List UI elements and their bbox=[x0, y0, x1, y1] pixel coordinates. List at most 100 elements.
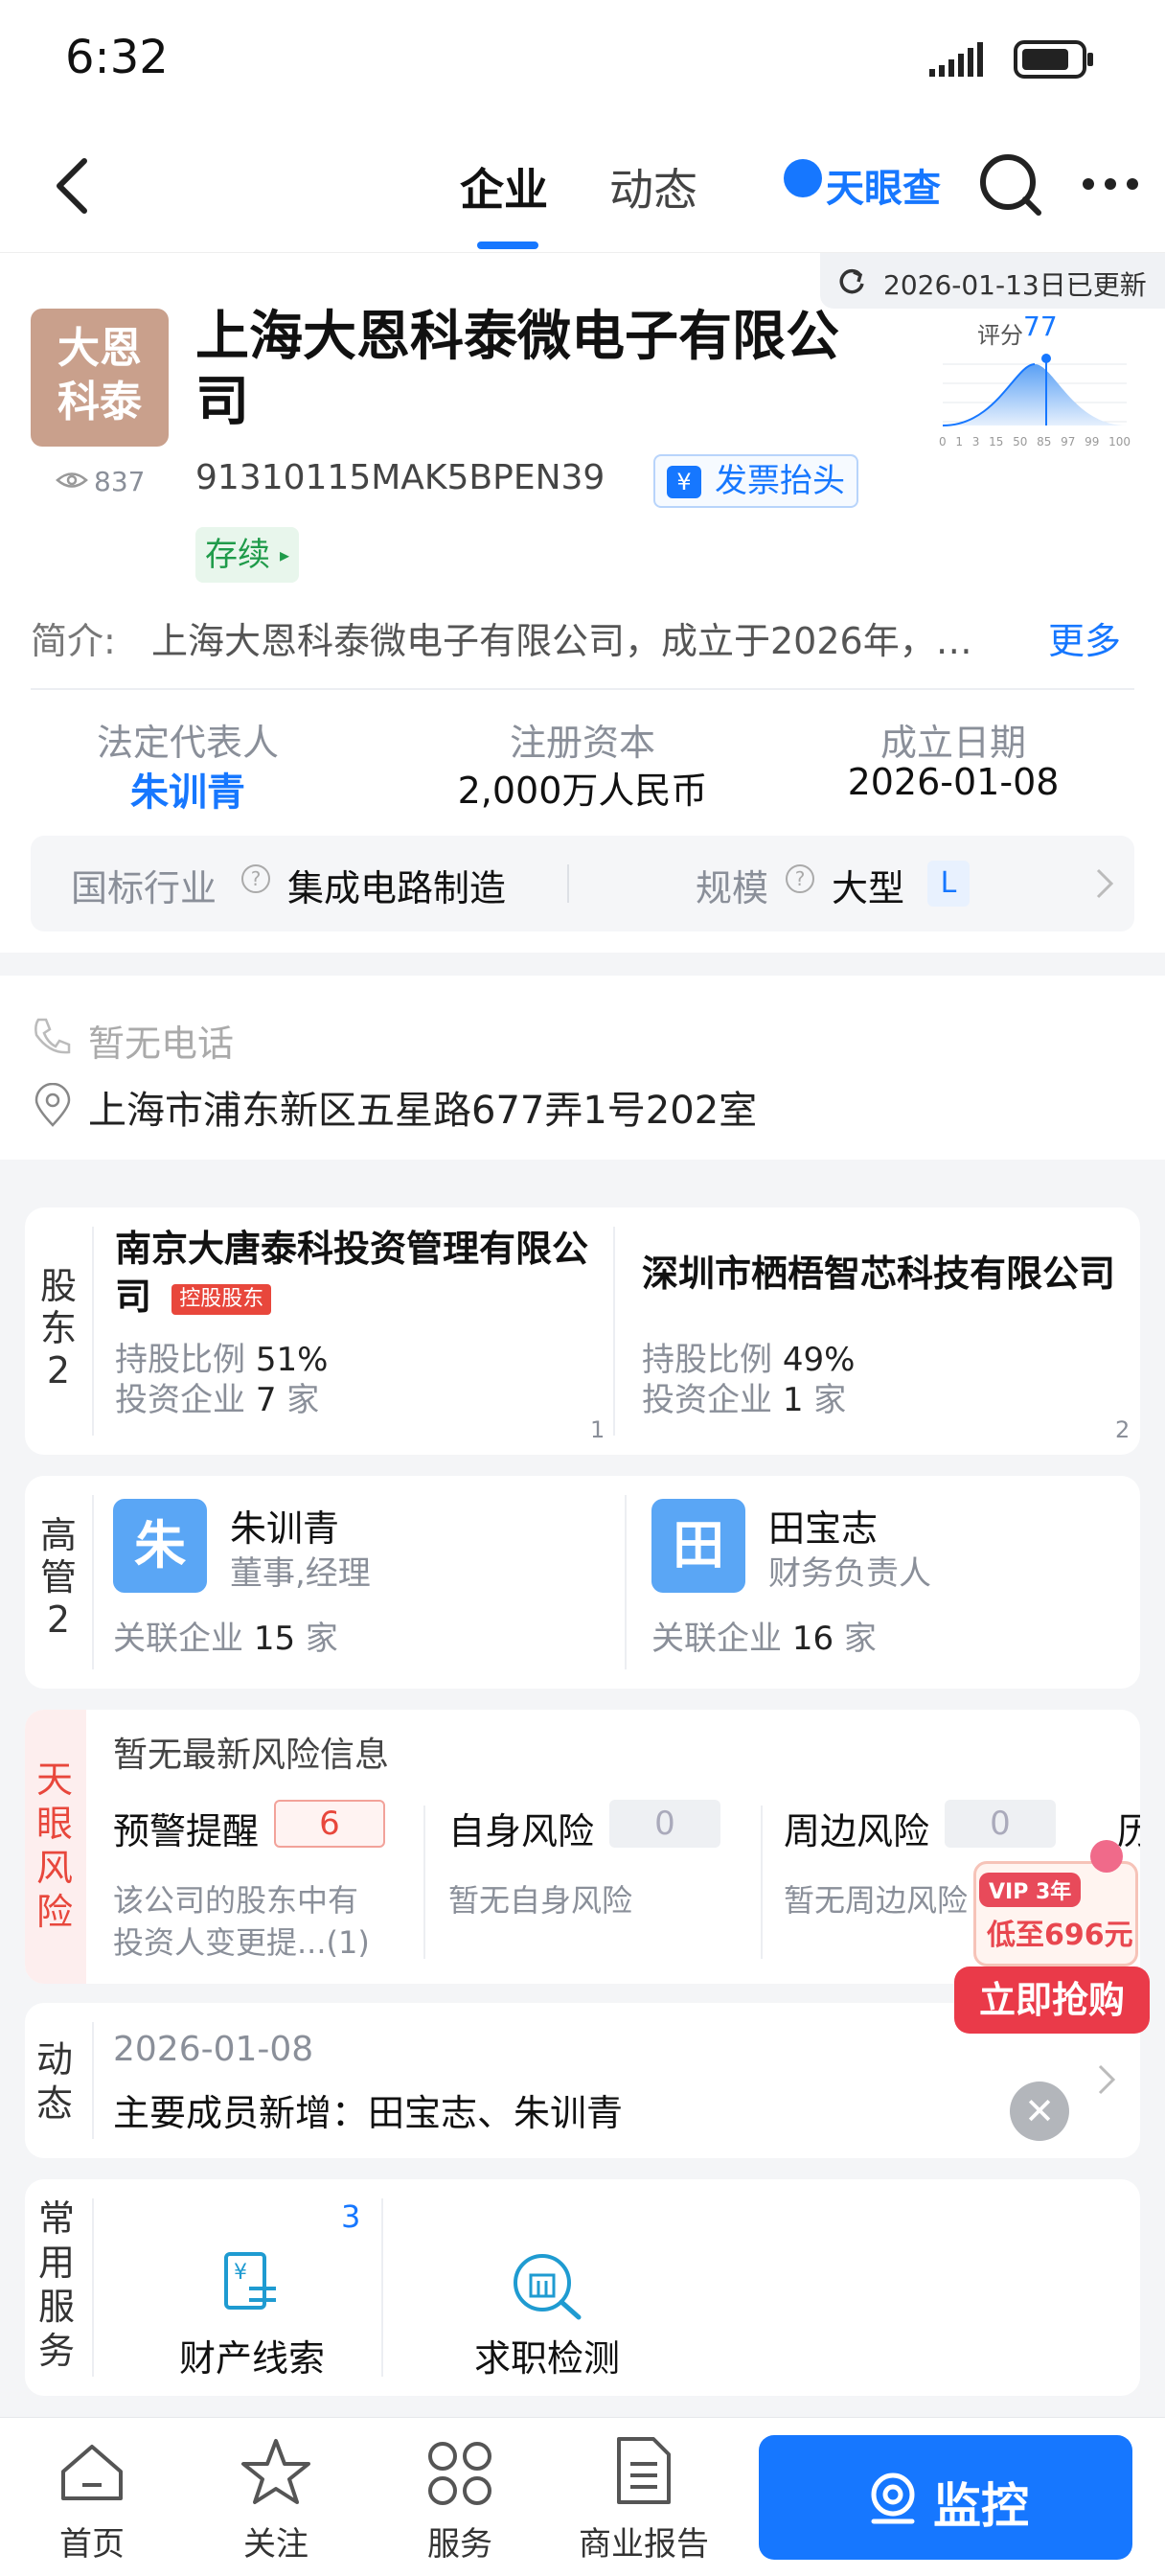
bottom-nav-follow[interactable]: 关注 bbox=[184, 2418, 368, 2576]
service-label: 财产线索 bbox=[178, 2337, 325, 2380]
shareholders-card: 股东 2 南京大唐泰科投资管理有限公 司 控股股东 持股比例 51% 投资企业 … bbox=[25, 1208, 1140, 1455]
bottom-nav-label: 关注 bbox=[243, 2525, 308, 2564]
job-check-icon bbox=[514, 2254, 582, 2320]
related-unit: 家 bbox=[843, 1620, 877, 1658]
shareholders-count: 2 bbox=[46, 1349, 71, 1392]
chevron-right-icon bbox=[1096, 868, 1114, 899]
search-icon[interactable] bbox=[977, 151, 1044, 218]
service-item-assets[interactable]: 3 ¥ 财产线索 bbox=[113, 2198, 391, 2380]
bottom-nav-services[interactable]: 服务 bbox=[368, 2418, 552, 2576]
shareholder-index: 2 bbox=[1115, 1416, 1131, 1443]
divider bbox=[381, 2198, 383, 2377]
service-item-job-check[interactable]: 求职检测 bbox=[408, 2198, 686, 2380]
related-unit: 家 bbox=[305, 1620, 338, 1658]
score-value: 77 bbox=[1023, 310, 1058, 342]
risk-item-warning[interactable]: 预警提醒 6 该公司的股东中有 投资人变更提...(1) bbox=[113, 1800, 400, 1965]
home-icon bbox=[61, 2445, 123, 2500]
help-icon[interactable]: ? bbox=[786, 864, 814, 893]
battery-icon bbox=[1014, 40, 1093, 79]
monitor-icon bbox=[871, 2472, 915, 2524]
score-tick: 100 bbox=[1108, 435, 1131, 448]
scale-label: 规模 bbox=[696, 867, 769, 909]
score-tick: 97 bbox=[1061, 435, 1076, 448]
gift-icon bbox=[1090, 1840, 1123, 1873]
invest-unit: 家 bbox=[813, 1381, 847, 1419]
executive-role: 董事,经理 bbox=[230, 1554, 371, 1593]
shareholder-name: 深圳市栖梧智芯科技有限公司 bbox=[642, 1253, 1116, 1295]
ratio-value: 49% bbox=[782, 1341, 856, 1379]
shareholder-name-cont: 司 bbox=[115, 1276, 152, 1318]
risk-item-title: 预警提醒 bbox=[113, 1810, 260, 1852]
invoice-label: 发票抬头 bbox=[715, 462, 845, 500]
company-header: 2026-01-13日已更新 大恩科泰 上海大恩科泰微电子有限公司 评分 77 … bbox=[0, 253, 1165, 953]
executive-name: 朱训青 bbox=[230, 1507, 340, 1550]
grid-icon bbox=[428, 2442, 491, 2505]
more-icon[interactable] bbox=[1081, 176, 1140, 192]
industry-bar[interactable]: 国标行业 ? 集成电路制造 规模 ? 大型 L bbox=[31, 836, 1134, 932]
risk-item-self[interactable]: 自身风险 0 暂无自身风险 bbox=[448, 1800, 755, 1965]
related-count: 15 bbox=[253, 1620, 296, 1658]
refresh-icon bbox=[839, 268, 864, 294]
related-label: 关联企业 bbox=[651, 1620, 782, 1658]
company-name: 上海大恩科泰微电子有限公司 bbox=[195, 306, 839, 433]
risk-item-title: 周边风险 bbox=[784, 1810, 930, 1852]
news-text: 主要成员新增：田宝志、朱训青 bbox=[113, 2092, 624, 2134]
status-bar: 6:32 bbox=[0, 0, 1165, 123]
bottom-nav-report[interactable]: 商业报告 bbox=[552, 2418, 736, 2576]
risk-item-desc: 投资人变更提...(1) bbox=[113, 1924, 370, 1961]
status-tag[interactable]: 存续 ▸ bbox=[195, 527, 299, 583]
invoice-button[interactable]: ¥ 发票抬头 bbox=[653, 454, 858, 508]
intro-label: 简介: bbox=[31, 620, 116, 662]
bottom-nav-home[interactable]: 首页 bbox=[0, 2418, 184, 2576]
close-icon[interactable]: ✕ bbox=[1010, 2082, 1069, 2141]
address-text[interactable]: 上海市浦东新区五星路677弄1号202室 bbox=[88, 1079, 757, 1135]
tab-dynamics[interactable]: 动态 bbox=[609, 155, 697, 218]
signal-icon bbox=[929, 42, 983, 77]
divider bbox=[92, 2198, 94, 2377]
divider bbox=[567, 864, 569, 903]
services-label: 常用服务 bbox=[38, 2197, 76, 2372]
invest-label: 投资企业 bbox=[115, 1381, 245, 1419]
bottom-nav: 首页 关注 服务 商业报告 监控 bbox=[0, 2417, 1165, 2576]
executives-label: 高管 2 bbox=[25, 1514, 92, 1641]
back-arrow-icon[interactable] bbox=[52, 155, 94, 217]
score-ticks: 0 1 3 15 50 85 97 99 100 bbox=[939, 435, 1131, 448]
monitor-button[interactable]: 监控 bbox=[759, 2435, 1132, 2560]
divider bbox=[613, 1227, 615, 1436]
invest-unit: 家 bbox=[286, 1381, 320, 1419]
bottom-nav-label: 首页 bbox=[59, 2525, 125, 2564]
shareholder-item[interactable]: 深圳市栖梧智芯科技有限公司 持股比例 49% 投资企业 1 家 bbox=[642, 1250, 1131, 1420]
executive-item[interactable]: 田 田宝志 财务负责人 关联企业 16 家 bbox=[651, 1499, 1131, 1671]
shareholder-item[interactable]: 南京大唐泰科投资管理有限公 司 控股股东 持股比例 51% 投资企业 7 家 bbox=[115, 1225, 623, 1420]
related-label: 关联企业 bbox=[113, 1620, 243, 1658]
phone-text: 暂无电话 bbox=[88, 1023, 235, 1065]
news-date: 2026-01-08 bbox=[113, 2030, 314, 2069]
monitor-label: 监控 bbox=[933, 2478, 1029, 2534]
intro-text: 上海大恩科泰微电子有限公司，成立于2026年，… bbox=[151, 620, 972, 662]
executive-item[interactable]: 朱 朱训青 董事,经理 关联企业 15 家 bbox=[113, 1499, 611, 1671]
vip-promo[interactable]: VIP 3年 低至696元 立即抢购 bbox=[954, 1840, 1150, 2041]
related-count: 16 bbox=[791, 1620, 834, 1658]
chevron-right-icon: ▸ bbox=[279, 543, 289, 566]
legal-rep-link[interactable]: 朱训青 bbox=[0, 761, 376, 816]
divider bbox=[92, 1227, 94, 1436]
shareholder-index: 1 bbox=[590, 1416, 605, 1443]
score-tick: 1 bbox=[955, 435, 963, 448]
industry-label: 国标行业 bbox=[71, 867, 217, 909]
tab-company[interactable]: 企业 bbox=[460, 155, 548, 218]
intro-more-link[interactable]: 更多 bbox=[1048, 611, 1121, 664]
shareholder-name: 南京大唐泰科投资管理有限公 bbox=[115, 1228, 589, 1270]
divider bbox=[761, 1806, 763, 1959]
bottom-nav-label: 商业报告 bbox=[579, 2525, 709, 2564]
risk-count-badge: 0 bbox=[609, 1800, 720, 1848]
score-tick: 15 bbox=[989, 435, 1004, 448]
shareholders-label-text: 股东 bbox=[40, 1265, 78, 1349]
legal-rep-label: 法定代表人 bbox=[96, 722, 279, 764]
promo-buy-button[interactable]: 立即抢购 bbox=[954, 1966, 1150, 2034]
news-label: 动态 bbox=[36, 2038, 74, 2125]
location-icon bbox=[34, 1083, 71, 1127]
credit-code: 91310115MAK5BPEN39 bbox=[195, 458, 605, 497]
help-icon[interactable]: ? bbox=[241, 864, 270, 893]
risk-item-title: 自身风险 bbox=[448, 1810, 595, 1852]
promo-price: 低至696元 bbox=[987, 1919, 1133, 1952]
